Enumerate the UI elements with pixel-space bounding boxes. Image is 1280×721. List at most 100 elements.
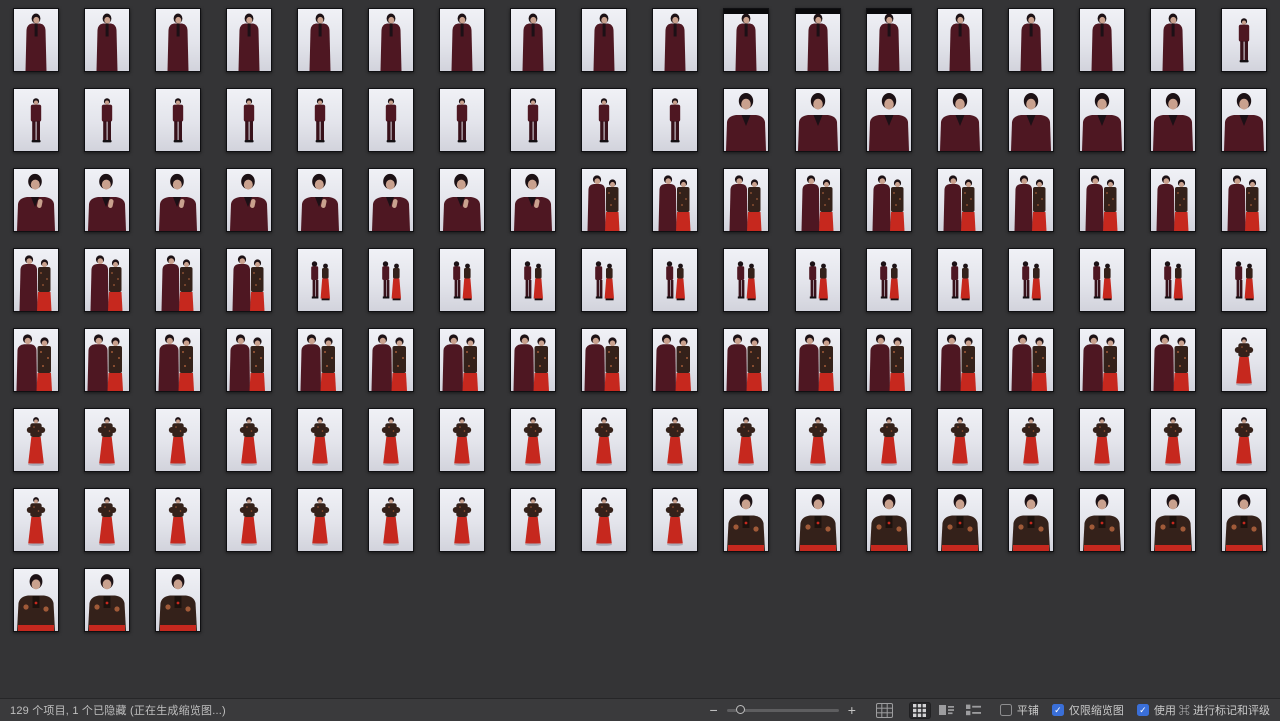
- photo-thumbnail[interactable]: [297, 328, 343, 392]
- photo-thumbnail[interactable]: [13, 568, 59, 632]
- photo-thumbnail[interactable]: [937, 8, 983, 72]
- photo-thumbnail[interactable]: [866, 248, 912, 312]
- photo-thumbnail[interactable]: [155, 488, 201, 552]
- photo-thumbnail[interactable]: [1221, 88, 1267, 152]
- photo-thumbnail[interactable]: [155, 248, 201, 312]
- photo-thumbnail[interactable]: [581, 168, 627, 232]
- photo-thumbnail[interactable]: [1150, 488, 1196, 552]
- photo-thumbnail[interactable]: [581, 488, 627, 552]
- photo-thumbnail[interactable]: [368, 328, 414, 392]
- photo-thumbnail[interactable]: [84, 88, 130, 152]
- photo-thumbnail[interactable]: [1150, 8, 1196, 72]
- photo-thumbnail[interactable]: [297, 248, 343, 312]
- photo-thumbnail[interactable]: [226, 328, 272, 392]
- photo-thumbnail[interactable]: [1150, 168, 1196, 232]
- zoom-in-button[interactable]: +: [846, 703, 858, 717]
- photo-thumbnail[interactable]: [652, 408, 698, 472]
- photo-thumbnail[interactable]: [723, 88, 769, 152]
- photo-thumbnail[interactable]: [1150, 408, 1196, 472]
- photo-thumbnail[interactable]: [1008, 8, 1054, 72]
- photo-thumbnail[interactable]: [937, 328, 983, 392]
- photo-thumbnail[interactable]: [866, 328, 912, 392]
- photo-thumbnail[interactable]: [439, 408, 485, 472]
- photo-thumbnail[interactable]: [510, 168, 556, 232]
- photo-thumbnail[interactable]: [652, 248, 698, 312]
- photo-thumbnail[interactable]: [368, 488, 414, 552]
- photo-thumbnail[interactable]: [368, 248, 414, 312]
- photo-thumbnail[interactable]: [84, 328, 130, 392]
- zoom-out-button[interactable]: −: [708, 703, 720, 717]
- photo-thumbnail[interactable]: [1079, 168, 1125, 232]
- photo-thumbnail[interactable]: [937, 248, 983, 312]
- photo-thumbnail[interactable]: [581, 88, 627, 152]
- photo-thumbnail[interactable]: [368, 8, 414, 72]
- photo-thumbnail[interactable]: [439, 8, 485, 72]
- photo-thumbnail[interactable]: [13, 168, 59, 232]
- photo-thumbnail[interactable]: [937, 408, 983, 472]
- list-view-button[interactable]: [963, 702, 985, 719]
- photo-thumbnail[interactable]: [581, 408, 627, 472]
- photo-thumbnail[interactable]: [723, 168, 769, 232]
- photo-thumbnail[interactable]: [937, 488, 983, 552]
- photo-thumbnail[interactable]: [13, 328, 59, 392]
- photo-thumbnail[interactable]: [226, 248, 272, 312]
- photo-thumbnail[interactable]: [1221, 488, 1267, 552]
- photo-thumbnail[interactable]: [1008, 408, 1054, 472]
- photo-thumbnail[interactable]: [510, 488, 556, 552]
- photo-thumbnail[interactable]: [795, 488, 841, 552]
- photo-thumbnail[interactable]: [1221, 328, 1267, 392]
- toggle-1[interactable]: 平铺: [1000, 702, 1039, 718]
- photo-thumbnail[interactable]: [368, 168, 414, 232]
- photo-thumbnail[interactable]: [226, 488, 272, 552]
- photo-thumbnail[interactable]: [1079, 8, 1125, 72]
- photo-thumbnail[interactable]: [1221, 408, 1267, 472]
- details-view-button[interactable]: [936, 702, 958, 719]
- photo-thumbnail[interactable]: [297, 408, 343, 472]
- photo-thumbnail[interactable]: [652, 168, 698, 232]
- photo-thumbnail[interactable]: [1008, 88, 1054, 152]
- photo-thumbnail[interactable]: [795, 328, 841, 392]
- photo-thumbnail[interactable]: [297, 168, 343, 232]
- photo-thumbnail[interactable]: [723, 328, 769, 392]
- photo-thumbnail[interactable]: [510, 408, 556, 472]
- checkbox-unchecked-icon[interactable]: [1000, 704, 1012, 716]
- photo-thumbnail[interactable]: [510, 88, 556, 152]
- photo-thumbnail[interactable]: [1079, 408, 1125, 472]
- photo-thumbnail[interactable]: [439, 248, 485, 312]
- photo-thumbnail[interactable]: [13, 488, 59, 552]
- photo-thumbnail[interactable]: [795, 8, 841, 72]
- checkbox-checked-icon[interactable]: ✓: [1137, 704, 1149, 716]
- photo-thumbnail[interactable]: [723, 408, 769, 472]
- photo-thumbnail[interactable]: [155, 88, 201, 152]
- photo-thumbnail[interactable]: [155, 408, 201, 472]
- toggle-3[interactable]: ✓使用 ⌘ 进行标记和评级: [1137, 702, 1270, 718]
- photo-thumbnail[interactable]: [155, 568, 201, 632]
- photo-thumbnail[interactable]: [652, 8, 698, 72]
- photo-thumbnail[interactable]: [1221, 248, 1267, 312]
- photo-thumbnail[interactable]: [1150, 88, 1196, 152]
- zoom-slider[interactable]: [727, 709, 839, 712]
- photo-thumbnail[interactable]: [439, 328, 485, 392]
- photo-thumbnail[interactable]: [510, 328, 556, 392]
- photo-thumbnail[interactable]: [866, 88, 912, 152]
- photo-thumbnail[interactable]: [866, 408, 912, 472]
- photo-thumbnail[interactable]: [297, 88, 343, 152]
- photo-thumbnail[interactable]: [510, 8, 556, 72]
- photo-thumbnail[interactable]: [937, 88, 983, 152]
- photo-thumbnail[interactable]: [581, 248, 627, 312]
- photo-thumbnail[interactable]: [1150, 328, 1196, 392]
- photo-thumbnail[interactable]: [226, 168, 272, 232]
- photo-thumbnail[interactable]: [1008, 328, 1054, 392]
- photo-thumbnail[interactable]: [510, 248, 556, 312]
- photo-thumbnail[interactable]: [1008, 248, 1054, 312]
- photo-thumbnail[interactable]: [1079, 328, 1125, 392]
- photo-thumbnail[interactable]: [84, 248, 130, 312]
- photo-thumbnail[interactable]: [155, 168, 201, 232]
- photo-thumbnail[interactable]: [723, 488, 769, 552]
- photo-thumbnail[interactable]: [1079, 248, 1125, 312]
- thumbnail-view-button[interactable]: [909, 702, 931, 719]
- photo-thumbnail[interactable]: [439, 168, 485, 232]
- zoom-slider-knob[interactable]: [736, 705, 745, 714]
- photo-thumbnail[interactable]: [1079, 488, 1125, 552]
- photo-thumbnail[interactable]: [1221, 8, 1267, 72]
